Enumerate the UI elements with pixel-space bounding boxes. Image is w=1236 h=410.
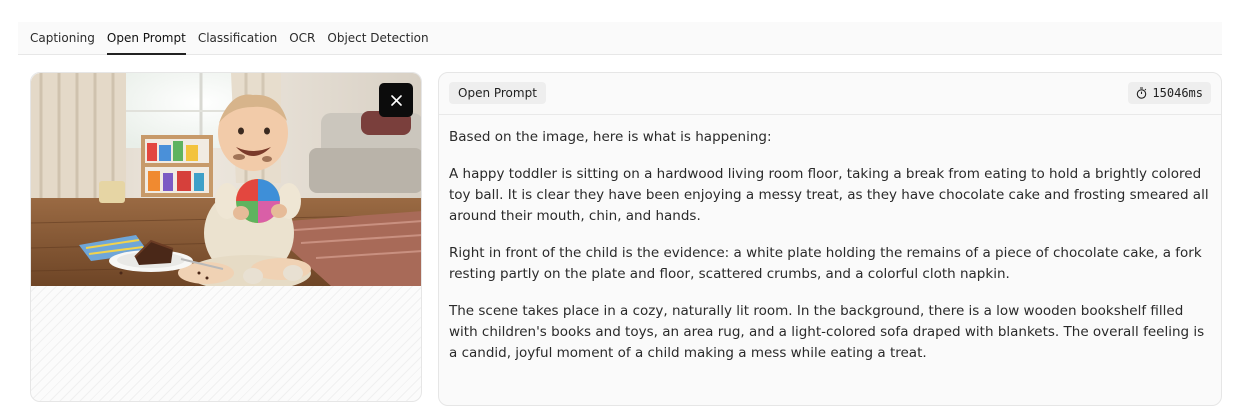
tab-classification[interactable]: Classification	[198, 32, 277, 55]
response-paragraph: The scene takes place in a cozy, natural…	[449, 303, 1205, 361]
tab-open-prompt[interactable]: Open Prompt	[106, 32, 186, 55]
stopwatch-icon	[1137, 87, 1147, 99]
result-panel: Open Prompt 15046ms Based on the image, …	[438, 72, 1222, 406]
x-icon	[390, 94, 402, 106]
remove-image-button[interactable]	[379, 83, 413, 117]
response-text: Based on the image, here is what is happ…	[449, 127, 1209, 380]
response-paragraph: Right in front of the child is the evide…	[449, 245, 1202, 282]
response-paragraph: A happy toddler is sitting on a hardwood…	[449, 166, 1209, 224]
elapsed-time-badge: 15046ms	[1128, 82, 1211, 104]
elapsed-time: 15046ms	[1152, 86, 1203, 100]
tab-ocr[interactable]: OCR	[289, 32, 315, 55]
uploaded-image	[31, 73, 421, 286]
response-paragraph: Based on the image, here is what is happ…	[449, 129, 772, 145]
tab-object-detection[interactable]: Object Detection	[327, 32, 428, 55]
mode-badge: Open Prompt	[449, 82, 546, 104]
tab-captioning[interactable]: Captioning	[30, 32, 95, 55]
image-panel	[30, 72, 422, 402]
task-tabs: Captioning Open Prompt Classification OC…	[30, 32, 441, 55]
task-tab-bar: Captioning Open Prompt Classification OC…	[18, 22, 1222, 55]
result-header: Open Prompt 15046ms	[439, 73, 1221, 115]
